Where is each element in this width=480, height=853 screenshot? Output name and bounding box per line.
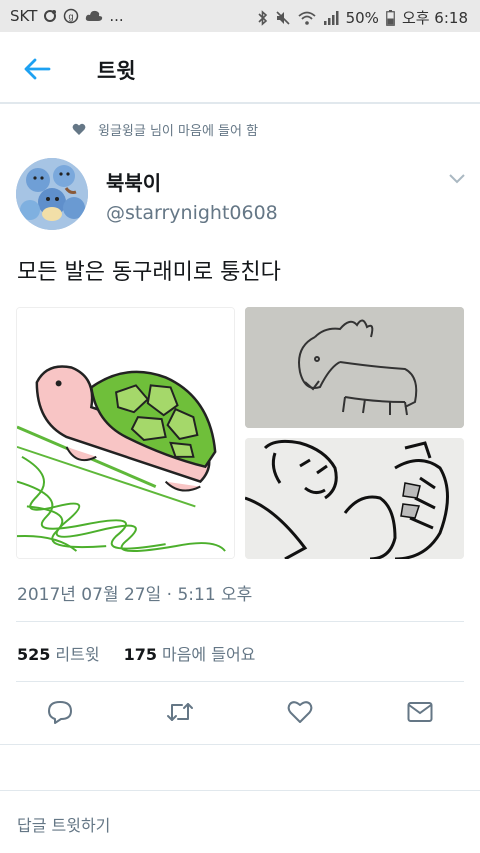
battery-percent: 50% — [345, 8, 379, 27]
likes-count[interactable]: 175 — [124, 645, 157, 664]
divider — [16, 681, 464, 682]
tweet-timestamp: 2017년 07월 27일 · 5:11 오후 — [17, 585, 253, 605]
g-icon: g — [63, 8, 79, 24]
divider — [0, 790, 480, 791]
like-button[interactable] — [285, 697, 315, 727]
reply-icon — [48, 701, 72, 724]
status-bar: SKT g ... 50% 오후 6:18 — [0, 0, 480, 32]
like-icon — [287, 701, 313, 723]
avatar[interactable] — [16, 158, 88, 230]
bluetooth-icon — [258, 9, 268, 26]
chevron-down-icon — [449, 174, 465, 184]
tweet-actions — [0, 697, 480, 729]
signal-icon — [323, 10, 339, 25]
user-handle[interactable]: @starrynight0608 — [106, 202, 278, 224]
tweet-options-button[interactable] — [446, 170, 468, 188]
tweet-stats: 525 리트윗 175 마음에 들어요 — [17, 641, 255, 665]
cloud-icon — [85, 9, 103, 23]
clock: 오후 6:18 — [401, 9, 468, 27]
media-image-comic[interactable] — [245, 438, 464, 559]
arrow-left-icon — [24, 58, 51, 80]
app-bar: 트윗 — [0, 32, 480, 104]
retweets-count[interactable]: 525 — [17, 645, 50, 664]
liked-by-line[interactable]: 윙글윙글 님이 마음에 들어 함 — [72, 120, 258, 139]
retweet-button[interactable] — [165, 697, 195, 727]
mute-icon — [275, 10, 291, 26]
message-button[interactable] — [405, 697, 435, 727]
heart-icon — [72, 123, 86, 135]
display-name[interactable]: 북북이 — [106, 167, 161, 196]
retweets-label[interactable]: 리트윗 — [55, 641, 99, 665]
retweet-icon — [167, 703, 193, 721]
back-button[interactable] — [20, 54, 54, 84]
tweet-text: 모든 발은 동구래미로 퉁친다 — [17, 260, 281, 285]
divider — [0, 744, 480, 745]
page-title: 트윗 — [97, 59, 136, 83]
circle-icon — [43, 9, 57, 23]
media-image-sketch[interactable] — [245, 307, 464, 428]
divider — [16, 621, 464, 622]
reply-button[interactable] — [45, 697, 75, 727]
message-icon — [407, 702, 433, 722]
likes-label[interactable]: 마음에 들어요 — [162, 641, 255, 665]
more-indicator: ... — [109, 7, 124, 25]
media-image-turtle[interactable] — [16, 307, 235, 559]
media-grid — [16, 307, 464, 559]
battery-icon — [386, 9, 395, 26]
liked-by-text: 윙글윙글 님이 마음에 들어 함 — [98, 124, 259, 139]
carrier-label: SKT — [10, 7, 38, 25]
wifi-icon — [298, 11, 316, 25]
reply-input-prompt[interactable]: 답글 트윗하기 — [17, 812, 110, 836]
svg-text:g: g — [69, 12, 74, 22]
